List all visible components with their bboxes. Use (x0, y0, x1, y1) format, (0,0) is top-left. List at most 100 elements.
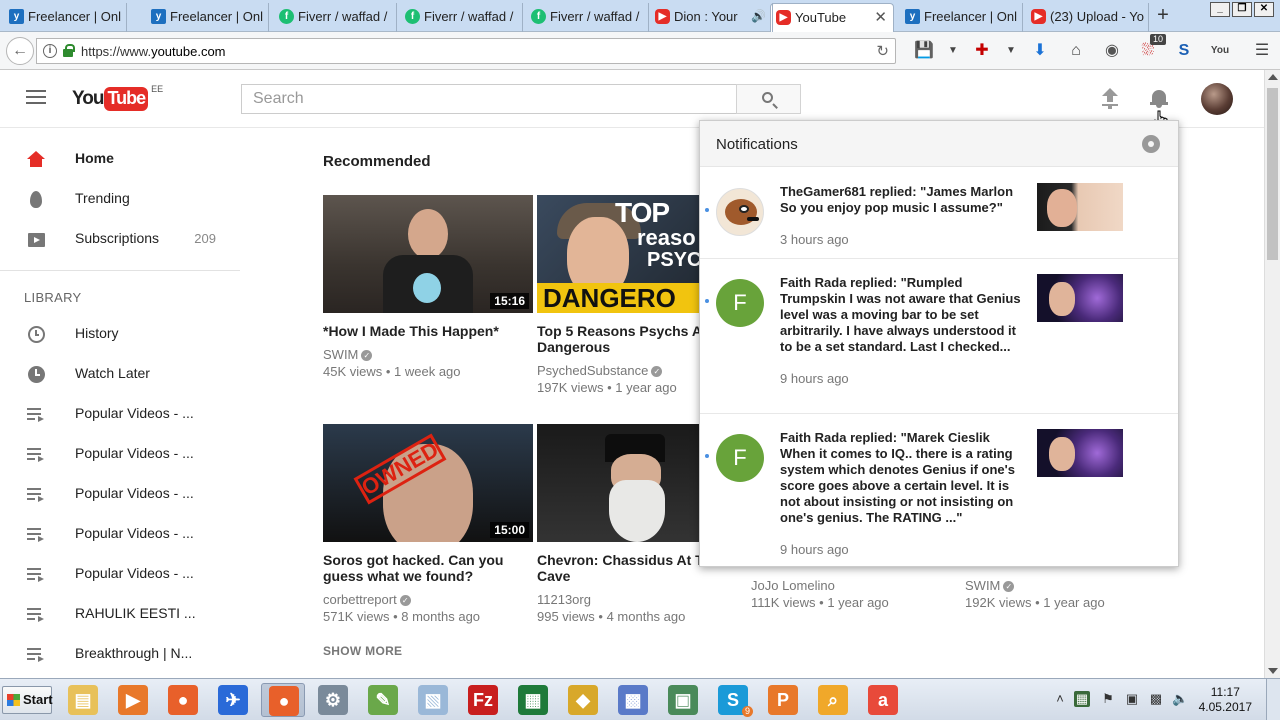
video-channel[interactable]: corbettreport ✓ (323, 592, 533, 607)
taskbar-app[interactable]: ◆ (561, 683, 605, 717)
taskbar-app[interactable]: ✎ (361, 683, 405, 717)
s-extension-icon[interactable]: S (1170, 39, 1198, 63)
close-window-button[interactable]: ✕ (1254, 2, 1274, 17)
notification-avatar[interactable]: F (716, 279, 764, 327)
taskbar-app[interactable]: ● (161, 683, 205, 717)
info-icon[interactable]: i (43, 44, 57, 58)
taskbar-app[interactable]: ▩ (611, 683, 655, 717)
taskbar-app[interactable]: ⌕ (811, 683, 855, 717)
taskbar-app[interactable]: S9 (711, 683, 755, 717)
video-thumbnail[interactable]: 15:16 (323, 195, 533, 313)
start-button[interactable]: Start (2, 686, 53, 714)
library-item[interactable]: Breakthrough | N... (0, 634, 240, 674)
hamburger-menu-icon[interactable]: ☰ (1248, 39, 1276, 63)
video-title[interactable]: Soros got hacked. Can you guess what we … (323, 552, 533, 584)
network-icon[interactable]: ▩ (1148, 691, 1164, 707)
notification-thumbnail[interactable] (1037, 183, 1123, 231)
browser-tab[interactable]: ▶ YouTube ✕ (770, 3, 894, 33)
browser-tab[interactable]: f Fiverr / waffad / (526, 3, 649, 32)
notification-thumbnail[interactable] (1037, 429, 1123, 477)
video-channel[interactable]: SWIM ✓ (323, 347, 533, 362)
reload-icon[interactable]: ↻ (876, 42, 889, 60)
action-center-flag-icon[interactable]: ⚑ (1100, 691, 1116, 707)
volume-icon[interactable]: 🔈 (1172, 691, 1188, 707)
search-button[interactable] (736, 84, 801, 114)
video-channel[interactable]: JoJo Lomelino (751, 578, 889, 593)
search-input[interactable] (241, 84, 737, 114)
back-button[interactable]: ← (6, 37, 34, 65)
video-card[interactable]: OWNED 15:00 Soros got hacked. Can you gues… (323, 424, 533, 624)
notification-text[interactable]: Faith Rada replied: "Marek Cieslik When … (780, 430, 1024, 526)
account-avatar[interactable] (1201, 83, 1233, 115)
show-more-button[interactable]: SHOW MORE (323, 644, 402, 658)
network-app-icon[interactable]: ▦ (1074, 691, 1090, 707)
taskbar-app[interactable]: ✈ (211, 683, 255, 717)
video-channel[interactable]: 11213org (537, 592, 747, 607)
taskbar-app[interactable]: ▶ (111, 683, 155, 717)
system-clock[interactable]: 11:17 4.05.2017 (1199, 685, 1252, 715)
notification-item[interactable]: TheGamer681 replied: "James Marlon So yo… (700, 168, 1178, 258)
taskbar-app[interactable]: ▧ (411, 683, 455, 717)
browser-tab[interactable]: ▶ (23) Upload - Yo (1026, 3, 1149, 32)
guide-menu-button[interactable] (26, 90, 46, 106)
sidebar-item-home[interactable]: Home (0, 139, 240, 179)
ublock-icon[interactable]: ⛆ 10 (1134, 34, 1166, 63)
youtube-logo[interactable]: You Tube EE (72, 84, 163, 112)
library-item[interactable]: RAHULIK EESTI ... (0, 594, 240, 634)
taskbar-app[interactable]: P (761, 683, 805, 717)
taskbar-app[interactable]: a (861, 683, 905, 717)
minimize-button[interactable]: _ (1210, 2, 1230, 17)
pocket-icon[interactable]: ◉ (1098, 39, 1126, 63)
restore-button[interactable]: ❐ (1232, 2, 1252, 17)
notification-item[interactable]: F Faith Rada replied: "Rumpled Trumpskin … (700, 259, 1178, 414)
dropdown-arrow-icon[interactable]: ▼ (1004, 39, 1018, 63)
taskbar-app[interactable]: ● (261, 683, 305, 717)
video-channel[interactable]: SWIM ✓ (965, 578, 1105, 593)
notification-avatar[interactable] (716, 188, 764, 236)
notification-item[interactable]: F Faith Rada replied: "Marek Cieslik When… (700, 414, 1178, 568)
url-bar[interactable]: i https://www.youtube.com ↻ (36, 38, 896, 64)
bell-icon[interactable] (1150, 88, 1168, 108)
usb-device-icon[interactable]: ▣ (1124, 691, 1140, 707)
notification-text[interactable]: TheGamer681 replied: "James Marlon So yo… (780, 184, 1024, 216)
show-hidden-icons-icon[interactable]: ˄ (1052, 691, 1068, 707)
browser-tab[interactable]: f Fiverr / waffad / (400, 3, 523, 32)
library-item[interactable]: Popular Videos - ... (0, 554, 240, 594)
taskbar-app[interactable]: ▦ (511, 683, 555, 717)
sidebar-item-subscriptions[interactable]: Subscriptions 209 (0, 219, 240, 259)
video-card[interactable]: 15:16 *How I Made This Happen* SWIM ✓ 45K vi… (323, 195, 533, 379)
sidebar-item-trending[interactable]: Trending (0, 179, 240, 219)
speaker-icon[interactable]: 🔊 (751, 3, 766, 30)
video-title[interactable]: *How I Made This Happen* (323, 323, 533, 339)
gear-icon[interactable] (1142, 135, 1160, 153)
video-thumbnail[interactable]: OWNED 15:00 (323, 424, 533, 542)
download-icon[interactable]: ⬇ (1026, 39, 1054, 63)
taskbar-app[interactable]: ▤ (61, 683, 105, 717)
browser-tab[interactable]: f Fiverr / waffad / (274, 3, 397, 32)
scroll-down-icon[interactable] (1268, 668, 1278, 674)
close-tab-icon[interactable]: ✕ (874, 4, 887, 31)
taskbar-app[interactable]: Fz (461, 683, 505, 717)
plus-extension-icon[interactable]: ✚ (968, 39, 996, 63)
taskbar-app[interactable]: ⚙ (311, 683, 355, 717)
browser-tab[interactable]: y Freelancer | Onl (4, 3, 127, 32)
new-tab-button[interactable]: + (1152, 4, 1174, 26)
library-item[interactable]: Popular Videos - ... (0, 474, 240, 514)
browser-tab[interactable]: ▶ Dion : Your 🔊 (650, 3, 773, 32)
url-text[interactable]: https://www.youtube.com (81, 44, 226, 59)
notification-thumbnail[interactable] (1037, 274, 1123, 322)
taskbar-app[interactable]: ▣ (661, 683, 705, 717)
page-scrollbar[interactable] (1264, 70, 1280, 678)
library-item[interactable]: Watch Later (0, 354, 240, 394)
library-item[interactable]: Popular Videos - ... (0, 514, 240, 554)
youtube-extension-icon[interactable]: You (1206, 39, 1234, 63)
partially-hidden-video[interactable]: JoJo Lomelino 111K views • 1 year ago (751, 578, 889, 610)
browser-tab[interactable]: y Freelancer | Onl (900, 3, 1023, 32)
library-item[interactable]: Popular Videos - ... (0, 394, 240, 434)
show-desktop-button[interactable] (1266, 679, 1280, 720)
scroll-up-icon[interactable] (1268, 74, 1278, 80)
upload-icon[interactable] (1102, 88, 1118, 108)
notification-avatar[interactable]: F (716, 434, 764, 482)
browser-tab[interactable]: y Freelancer | Onl (146, 3, 269, 32)
dropdown-arrow-icon[interactable]: ▼ (946, 39, 960, 63)
